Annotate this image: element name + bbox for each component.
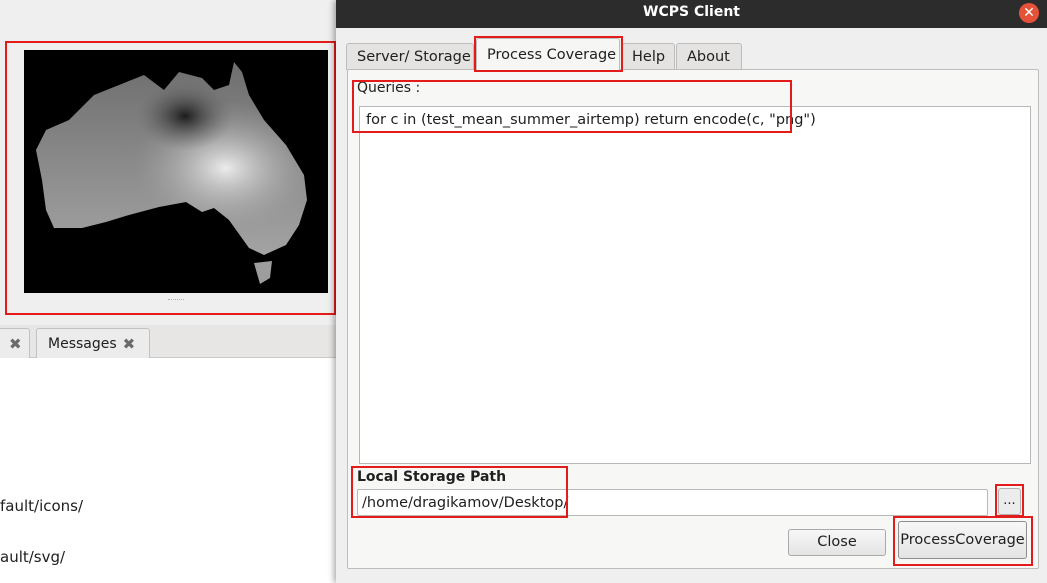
tab-messages[interactable]: Messages ✖ [36,328,150,358]
local-storage-path-label: Local Storage Path [357,469,507,485]
queries-label: Queries : [357,80,421,96]
tab-label: Server/ Storage [357,49,471,65]
dialog-titlebar[interactable]: WCPS Client ✕ [336,0,1047,28]
tab-label: Help [632,49,666,65]
tab-label: Process Coverage [487,47,617,63]
process-coverage-button[interactable]: ProcessCoverage [898,521,1027,559]
tab-unnamed[interactable]: ✖ [0,328,30,358]
tab-messages-label: Messages [48,335,117,352]
close-x-icon[interactable]: ✖ [9,335,22,353]
splitter-handle[interactable] [168,299,184,302]
log-line: fault/icons/ [0,497,84,515]
log-line: ault/svg/ [0,548,66,566]
tab-server-storage[interactable]: Server/ Storage [346,43,474,70]
tab-label: About [687,49,730,65]
local-storage-path-input[interactable]: /home/dragikamov/Desktop/ [357,489,988,516]
tab-process-coverage[interactable]: Process Coverage [476,38,620,70]
window-close-icon[interactable]: ✕ [1019,3,1039,23]
dialog-title: WCPS Client [643,4,740,20]
tab-help[interactable]: Help [621,43,675,70]
query-text: for c in (test_mean_summer_airtemp) retu… [366,112,816,128]
map-highlight-frame [5,41,336,315]
close-button[interactable]: Close [788,529,886,556]
bottom-tab-bar: ✖ Messages ✖ [0,325,336,358]
browse-button[interactable]: ... [998,488,1021,515]
close-x-icon[interactable]: ✖ [123,335,136,353]
query-textarea[interactable]: for c in (test_mean_summer_airtemp) retu… [359,106,1031,464]
tab-about[interactable]: About [676,43,742,70]
messages-panel: fault/icons/ ault/svg/ [0,358,336,583]
